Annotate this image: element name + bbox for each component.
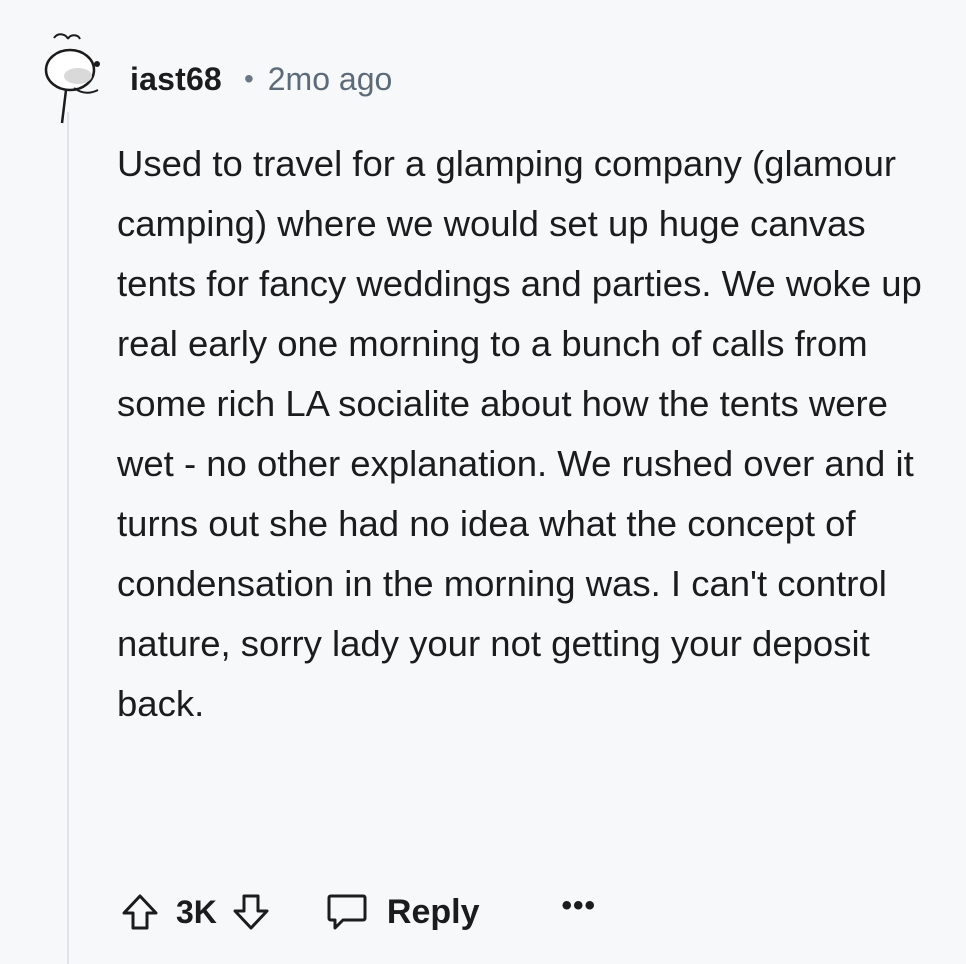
upvote-button[interactable]: [120, 892, 160, 932]
timestamp[interactable]: 2mo ago: [268, 61, 393, 98]
comment-body: Used to travel for a glamping company (g…: [117, 143, 922, 724]
comment-actions: 3K Reply •••: [120, 882, 596, 942]
snoo-avatar-icon: [44, 33, 100, 124]
reply-label: Reply: [386, 892, 480, 931]
vote-controls: 3K: [120, 892, 271, 932]
user-avatar[interactable]: [40, 28, 110, 128]
reply-button[interactable]: Reply: [325, 892, 480, 932]
downvote-arrow-icon: [233, 894, 269, 930]
more-options-button[interactable]: •••: [562, 889, 597, 923]
username[interactable]: iast68: [130, 61, 222, 98]
vote-score: 3K: [176, 893, 217, 930]
speech-bubble-icon: [327, 894, 367, 930]
upvote-arrow-icon: [122, 894, 158, 930]
downvote-button[interactable]: [231, 892, 271, 932]
comment-header: iast68 • 2mo ago: [130, 57, 392, 101]
thread-line[interactable]: [67, 112, 69, 964]
meta-separator: •: [243, 63, 254, 94]
